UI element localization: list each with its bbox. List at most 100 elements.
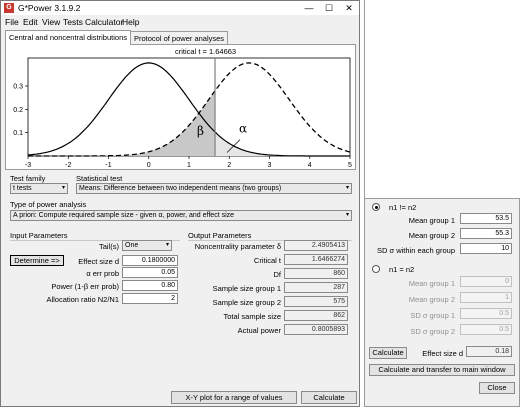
mean-group2-label: Mean group 2 — [408, 295, 455, 304]
distribution-plot: critical t = 1.64663 β α -3 -2 -1 0 1 2 3 4 5 0.… — [13, 47, 352, 169]
tails-select[interactable]: One ▾ — [122, 240, 172, 251]
sd-group1-label: SD σ group 1 — [410, 311, 455, 320]
chevron-down-icon: ▾ — [345, 185, 349, 191]
x-tick-label: -3 — [25, 162, 31, 169]
output-label: Df — [273, 270, 282, 279]
output-value: 287 — [284, 282, 348, 293]
close-button[interactable]: ✕ — [339, 1, 359, 15]
mean-group1-field[interactable]: 53.5 — [460, 213, 512, 224]
output-label: Actual power — [237, 326, 281, 335]
tab-distributions[interactable]: Central and noncentral distributions — [5, 30, 131, 45]
output-parameters-heading: Output Parameters — [188, 231, 252, 240]
tails-label: Tail(s) — [99, 242, 119, 251]
menu-file[interactable]: File — [5, 17, 19, 27]
sd-group1-field-disabled: 0.5 — [460, 308, 512, 319]
output-label: Noncentrality parameter δ — [194, 242, 281, 251]
beta-label: β — [197, 124, 204, 138]
alpha-err-field[interactable]: 0.05 — [122, 267, 178, 278]
output-value: 860 — [284, 268, 348, 279]
radio-equal-n[interactable] — [372, 265, 380, 273]
output-value: 862 — [284, 310, 348, 321]
test-family-label: Test family — [10, 174, 46, 183]
analysis-type-label: Type of power analysis — [10, 200, 87, 209]
determine-button[interactable]: Determine => — [10, 255, 64, 266]
output-label: Sample size group 1 — [212, 284, 281, 293]
y-tick-label: 0.1 — [13, 130, 23, 137]
output-label: Critical t — [253, 256, 281, 265]
y-tick-label: 0.2 — [13, 107, 23, 114]
statistical-test-value: Means: Difference between two independen… — [79, 185, 282, 192]
critical-t-label: critical t = 1.64663 — [175, 47, 236, 56]
x-tick-label: -2 — [65, 162, 71, 169]
statistical-test-select[interactable]: Means: Difference between two independen… — [76, 183, 352, 194]
mean-group1-label: Mean group 1 — [408, 279, 455, 288]
chevron-down-icon: ▾ — [165, 242, 169, 248]
window-title: G*Power 3.1.9.2 — [18, 3, 81, 13]
effect-size-field[interactable]: 0.1800000 — [122, 255, 178, 266]
statistical-test-label: Statistical test — [76, 174, 123, 183]
tab-protocol[interactable]: Protocol of power analyses — [130, 31, 229, 44]
menu-help[interactable]: Help — [122, 17, 139, 27]
menu-tests[interactable]: Tests — [63, 17, 83, 27]
menu-edit[interactable]: Edit — [23, 17, 38, 27]
chevron-down-icon: ▾ — [61, 185, 65, 191]
output-value: 0.8005893 — [284, 324, 348, 335]
xy-plot-button[interactable]: X-Y plot for a range of values — [171, 391, 297, 404]
gpower-app-icon: G — [4, 3, 14, 13]
test-family-select[interactable]: t tests ▾ — [10, 183, 68, 194]
output-value: 575 — [284, 296, 348, 307]
mean-group1-label: Mean group 1 — [408, 216, 455, 225]
mean-group2-field[interactable]: 55.3 — [460, 228, 512, 239]
power-field[interactable]: 0.80 — [122, 280, 178, 291]
y-tick-label: 0.3 — [13, 84, 23, 91]
side-effect-size-label: Effect size d — [422, 349, 463, 358]
calculate-transfer-button[interactable]: Calculate and transfer to main window — [369, 364, 515, 376]
alpha-label: α — [239, 122, 247, 136]
allocation-ratio-label: Allocation ratio N2/N1 — [46, 295, 119, 304]
power-label: Power (1-β err prob) — [51, 282, 119, 291]
allocation-ratio-field[interactable]: 2 — [122, 293, 178, 304]
maximize-button[interactable]: ☐ — [319, 1, 339, 15]
equal-n-label: n1 = n2 — [389, 265, 415, 274]
calculate-button[interactable]: Calculate — [301, 391, 357, 404]
close-panel-button[interactable]: Close — [479, 382, 515, 394]
x-tick-label: 2 — [227, 162, 231, 169]
effect-size-calculator-panel: n1 != n2 Mean group 1 53.5 Mean group 2 … — [364, 198, 520, 407]
x-tick-label: 0 — [147, 162, 151, 169]
mean-group2-label: Mean group 2 — [408, 231, 455, 240]
x-axis-ticks: -3 -2 -1 0 1 2 3 4 5 — [25, 156, 352, 169]
radio-unequal-n[interactable] — [372, 203, 380, 211]
menu-bar: File Edit View Tests Calculator Help — [1, 16, 359, 29]
side-effect-size-field: 0.18 — [466, 346, 512, 357]
x-tick-label: 4 — [308, 162, 312, 169]
output-label: Total sample size — [223, 312, 281, 321]
mean-group2-field-disabled: 1 — [460, 292, 512, 303]
alpha-err-label: α err prob — [86, 269, 119, 278]
sd-within-label: SD σ within each group — [376, 246, 455, 255]
side-calculate-button[interactable]: Calculate — [369, 347, 407, 359]
analysis-type-select[interactable]: A priori: Compute required sample size -… — [10, 210, 352, 221]
menu-view[interactable]: View — [42, 17, 60, 27]
menu-calculator[interactable]: Calculator — [85, 17, 123, 27]
sd-within-field[interactable]: 10 — [460, 243, 512, 254]
x-tick-label: 5 — [348, 162, 352, 169]
mean-group1-field-disabled: 0 — [460, 276, 512, 287]
output-label: Sample size group 2 — [212, 298, 281, 307]
input-parameters-heading: Input Parameters — [10, 231, 68, 240]
test-family-value: t tests — [13, 185, 32, 192]
chevron-down-icon: ▾ — [345, 212, 349, 218]
distribution-plot-panel: critical t = 1.64663 β α -3 -2 -1 0 1 2 3 4 5 0.… — [5, 44, 356, 170]
x-tick-label: -1 — [105, 162, 111, 169]
unequal-n-label: n1 != n2 — [389, 203, 417, 212]
gpower-main-window: G G*Power 3.1.9.2 — ☐ ✕ File Edit View T… — [0, 0, 360, 407]
x-tick-label: 3 — [268, 162, 272, 169]
title-bar: G G*Power 3.1.9.2 — ☐ ✕ — [1, 1, 359, 15]
output-value: 2.4905413 — [284, 240, 348, 251]
y-axis-ticks: 0.3 0.2 0.1 — [13, 84, 28, 137]
output-value: 1.6466274 — [284, 254, 348, 265]
beta-region — [28, 90, 215, 156]
sd-group2-label: SD σ group 2 — [410, 327, 455, 336]
sd-group2-field-disabled: 0.5 — [460, 324, 512, 335]
minimize-button[interactable]: — — [299, 1, 319, 15]
x-tick-label: 1 — [187, 162, 191, 169]
